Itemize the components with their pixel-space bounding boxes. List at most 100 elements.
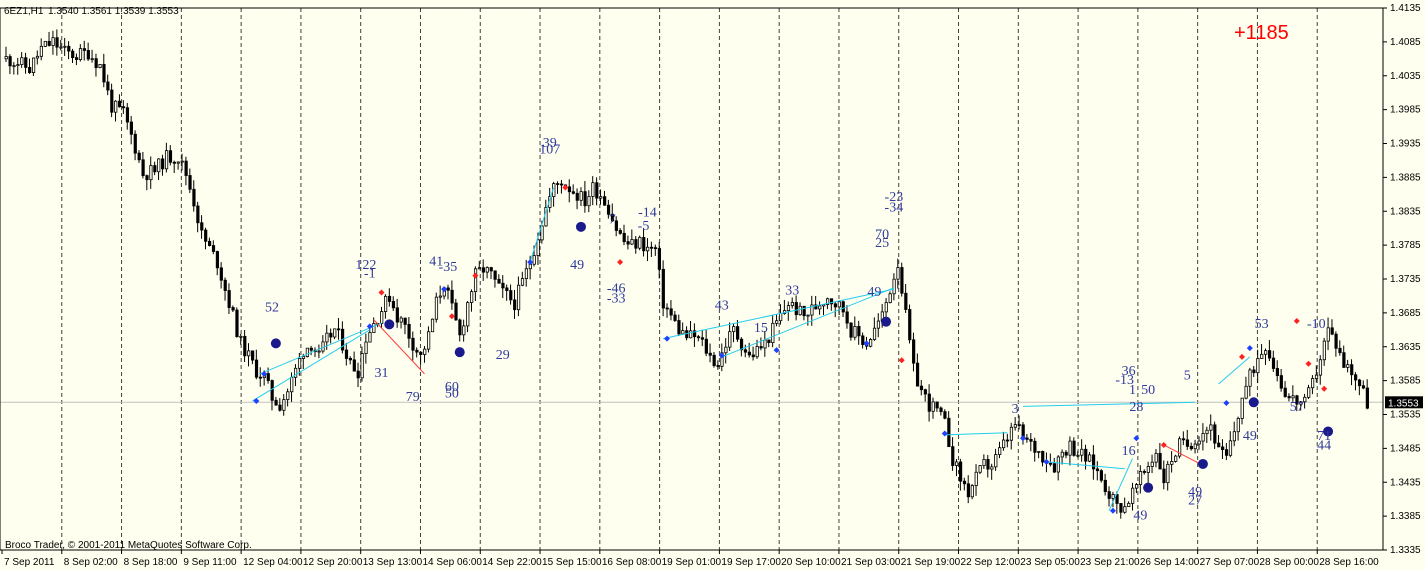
candle-body xyxy=(665,307,669,310)
candle-body xyxy=(1209,424,1213,431)
candle-body xyxy=(1217,442,1221,448)
time-tick-label: 22 Sep 12:00 xyxy=(961,557,1021,568)
candle-body xyxy=(1064,451,1068,456)
time-tick-label: 19 Sep 01:00 xyxy=(662,557,722,568)
chart-window[interactable]: 52 122 -1 31 79 41 -35 60 50 29 39 107 49 7 -14 -5 -46 -3… xyxy=(0,0,1425,570)
time-tick-label: 9 Sep 11:00 xyxy=(183,557,237,568)
candle-body xyxy=(603,196,607,206)
candle-body xyxy=(1068,440,1072,456)
candle-body xyxy=(333,328,337,338)
candle-body xyxy=(415,349,419,353)
price-tick-label: 1.3635 xyxy=(1390,342,1421,353)
candle-body xyxy=(219,267,223,281)
candle-body xyxy=(274,399,278,406)
candle-body xyxy=(935,401,939,409)
candle-body xyxy=(1154,452,1158,463)
candle-body xyxy=(200,222,204,231)
candle-body xyxy=(618,230,622,234)
time-tick-label: 21 Sep 03:00 xyxy=(841,557,901,568)
candle-body xyxy=(12,65,16,68)
candle-body xyxy=(1357,379,1362,387)
time-tick-label: 28 Sep 00:00 xyxy=(1259,557,1319,568)
candle-body xyxy=(145,175,149,181)
trade-annotation: 33 xyxy=(785,284,799,299)
price-tick-label: 1.3335 xyxy=(1390,545,1421,556)
candle-body xyxy=(247,350,251,357)
candle-body xyxy=(1193,443,1197,450)
candle-body xyxy=(908,309,912,341)
candle-body xyxy=(184,160,188,176)
candle-body xyxy=(59,46,63,49)
candle-body xyxy=(556,183,560,185)
candle-body xyxy=(16,64,20,67)
candle-body xyxy=(1170,461,1174,465)
candle-body xyxy=(141,159,145,177)
price-tick-label: 1.3535 xyxy=(1390,410,1421,421)
candle-body xyxy=(446,287,450,291)
candle-body xyxy=(485,267,489,273)
candle-body xyxy=(86,50,90,60)
candle-body xyxy=(286,391,290,400)
copyright-text: Broco Trader, © 2001-2011 MetaQuotes Sof… xyxy=(5,540,252,551)
candle-body xyxy=(1338,347,1342,354)
candle-body xyxy=(869,339,873,347)
time-tick-label: 14 Sep 22:00 xyxy=(482,557,542,568)
candle-body xyxy=(763,339,767,349)
candle-body xyxy=(434,296,439,320)
candle-body xyxy=(724,346,728,354)
candle-body xyxy=(974,471,978,486)
candle-body xyxy=(1135,484,1139,489)
candle-body xyxy=(743,349,748,353)
candle-body xyxy=(1240,397,1244,419)
candle-body xyxy=(845,311,849,324)
candle-body xyxy=(1346,364,1350,368)
candle-body xyxy=(1127,502,1131,508)
candle-body xyxy=(399,317,403,323)
candle-body xyxy=(215,251,220,269)
candle-body xyxy=(121,106,126,109)
candle-body xyxy=(356,370,360,379)
candle-body xyxy=(673,314,677,321)
chart-background xyxy=(0,0,1425,570)
candle-body xyxy=(223,279,227,291)
candle-body xyxy=(583,191,587,207)
candle-body xyxy=(125,107,130,123)
candle-body xyxy=(43,40,47,47)
price-tick-label: 1.3935 xyxy=(1390,139,1421,150)
trade-annotation: 50 xyxy=(1141,383,1155,398)
candle-body xyxy=(102,64,106,83)
candle-body xyxy=(427,331,431,350)
candle-body xyxy=(1142,471,1147,473)
pivot-dot xyxy=(454,347,465,358)
candle-body xyxy=(794,302,798,316)
ohlc-readout: 1.3540 1.3561 1.3539 1.3553 xyxy=(48,6,179,17)
candle-body xyxy=(1091,454,1096,470)
candle-body xyxy=(661,268,665,309)
candle-body xyxy=(732,326,736,333)
trade-annotation: -35 xyxy=(439,260,458,275)
price-tick-label: 1.3885 xyxy=(1390,172,1421,183)
candle-body xyxy=(1166,463,1170,484)
candle-body xyxy=(915,362,920,387)
candle-body xyxy=(329,332,333,338)
candle-body xyxy=(258,376,263,379)
candle-body xyxy=(1318,359,1323,376)
pivot-dot xyxy=(881,316,892,327)
candle-body xyxy=(28,67,32,73)
candle-body xyxy=(927,393,931,412)
time-tick-label: 26 Sep 14:00 xyxy=(1140,557,1200,568)
candle-body xyxy=(516,284,521,311)
candle-body xyxy=(391,301,396,309)
candle-body xyxy=(1287,396,1291,399)
candle-body xyxy=(368,332,372,343)
candle-body xyxy=(1361,385,1366,389)
candle-body xyxy=(1201,433,1205,442)
price-chart[interactable]: 52122-1317941-3560502939107497 -14-5-46-3… xyxy=(0,0,1425,570)
trade-annotation: 25 xyxy=(875,236,889,251)
candle-body xyxy=(904,292,908,310)
candle-body xyxy=(1048,462,1053,465)
trade-annotation: 49 xyxy=(570,258,584,273)
candle-body xyxy=(282,399,286,411)
candle-body xyxy=(477,267,482,270)
candle-body xyxy=(536,239,540,256)
